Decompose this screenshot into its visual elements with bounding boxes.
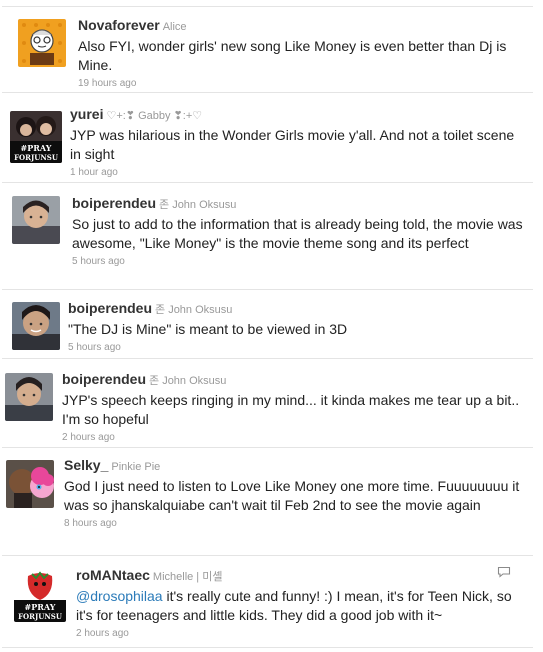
tweet: boiperendeu 존 John Oksusu "The DJ is Mine… xyxy=(2,290,533,359)
timestamp[interactable]: 5 hours ago xyxy=(72,256,527,267)
tweet-text: "The DJ is Mine" is meant to be viewed i… xyxy=(68,321,348,337)
full-name: ♡+:❣ Gabby ❣:+♡ xyxy=(106,110,203,122)
full-name: Pinkie Pie xyxy=(111,461,161,473)
tweet: boiperendeu 존 John Oksusu JYP's speech ke… xyxy=(2,359,533,448)
full-name: 존 John Oksusu xyxy=(155,304,233,316)
screen-name[interactable]: boiperendeu xyxy=(62,371,146,387)
avatar[interactable] xyxy=(12,302,60,350)
tweet-text: Also FYI, wonder girls' new song Like Mo… xyxy=(78,38,507,73)
screen-name[interactable]: yurei xyxy=(70,106,103,122)
avatar-text-line2: FORJUNSU xyxy=(18,612,62,621)
avatar-text-line1: #PRAY xyxy=(25,602,56,612)
avatar[interactable] xyxy=(6,460,54,508)
timestamp[interactable]: 2 hours ago xyxy=(76,628,527,639)
timestamp[interactable]: 2 hours ago xyxy=(62,432,527,443)
screen-name[interactable]: Novaforever xyxy=(78,17,160,33)
mention-link[interactable]: @drosophilaa xyxy=(76,588,163,604)
tweet: #PRAY FORJUNSU yurei ♡+:❣ Gabby ❣:+♡ JYP … xyxy=(2,93,533,183)
photo-avatar-icon xyxy=(5,373,53,421)
reply-icon[interactable] xyxy=(497,566,511,578)
strawberry-pray-avatar-icon: #PRAY FORJUNSU xyxy=(14,570,66,622)
avatar[interactable] xyxy=(5,373,53,421)
tweet: #PRAY FORJUNSU roMANtaec Michelle | 미셸 @d… xyxy=(2,556,533,648)
photo-avatar-icon xyxy=(12,302,60,350)
full-name: 존 John Oksusu xyxy=(159,199,237,211)
avatar[interactable]: #PRAY FORJUNSU xyxy=(14,570,66,622)
photo-avatar-icon xyxy=(12,196,60,244)
avatar[interactable] xyxy=(12,196,60,244)
tweet: Selky_ Pinkie Pie God I just need to list… xyxy=(2,448,533,556)
screen-name[interactable]: Selky_ xyxy=(64,457,108,473)
tweet-text: So just to add to the information that i… xyxy=(72,216,523,251)
full-name: 존 John Oksusu xyxy=(149,375,227,387)
screen-name[interactable]: roMANtaec xyxy=(76,567,150,583)
pray-for-junsu-avatar-icon: #PRAY FORJUNSU xyxy=(10,111,62,163)
avatar[interactable] xyxy=(18,19,66,67)
timestamp[interactable]: 5 hours ago xyxy=(68,342,527,353)
screen-name[interactable]: boiperendeu xyxy=(68,300,152,316)
timestamp[interactable]: 19 hours ago xyxy=(78,78,527,89)
tweet-text: JYP's speech keeps ringing in my mind...… xyxy=(62,392,520,427)
tweet: Novaforever Alice Also FYI, wonder girls'… xyxy=(2,6,533,93)
tweet: boiperendeu 존 John Oksusu So just to add … xyxy=(2,183,533,290)
tweet-text: @drosophilaa it's really cute and funny!… xyxy=(76,587,527,625)
timestamp[interactable]: 1 hour ago xyxy=(70,167,527,178)
avatar-text-line1: #PRAY xyxy=(21,143,52,153)
pinkie-pie-avatar-icon xyxy=(6,460,54,508)
tweet-text: JYP was hilarious in the Wonder Girls mo… xyxy=(70,127,515,162)
timestamp[interactable]: 8 hours ago xyxy=(64,518,527,529)
full-name: Alice xyxy=(162,21,187,33)
mascot-avatar-icon xyxy=(18,19,66,67)
avatar[interactable]: #PRAY FORJUNSU xyxy=(10,111,62,163)
tweet-text: God I just need to listen to Love Like M… xyxy=(64,478,520,513)
screen-name[interactable]: boiperendeu xyxy=(72,195,156,211)
avatar-text-line2: FORJUNSU xyxy=(14,153,58,162)
full-name: Michelle | 미셸 xyxy=(152,571,223,583)
tweet-timeline: Novaforever Alice Also FYI, wonder girls'… xyxy=(0,0,543,652)
